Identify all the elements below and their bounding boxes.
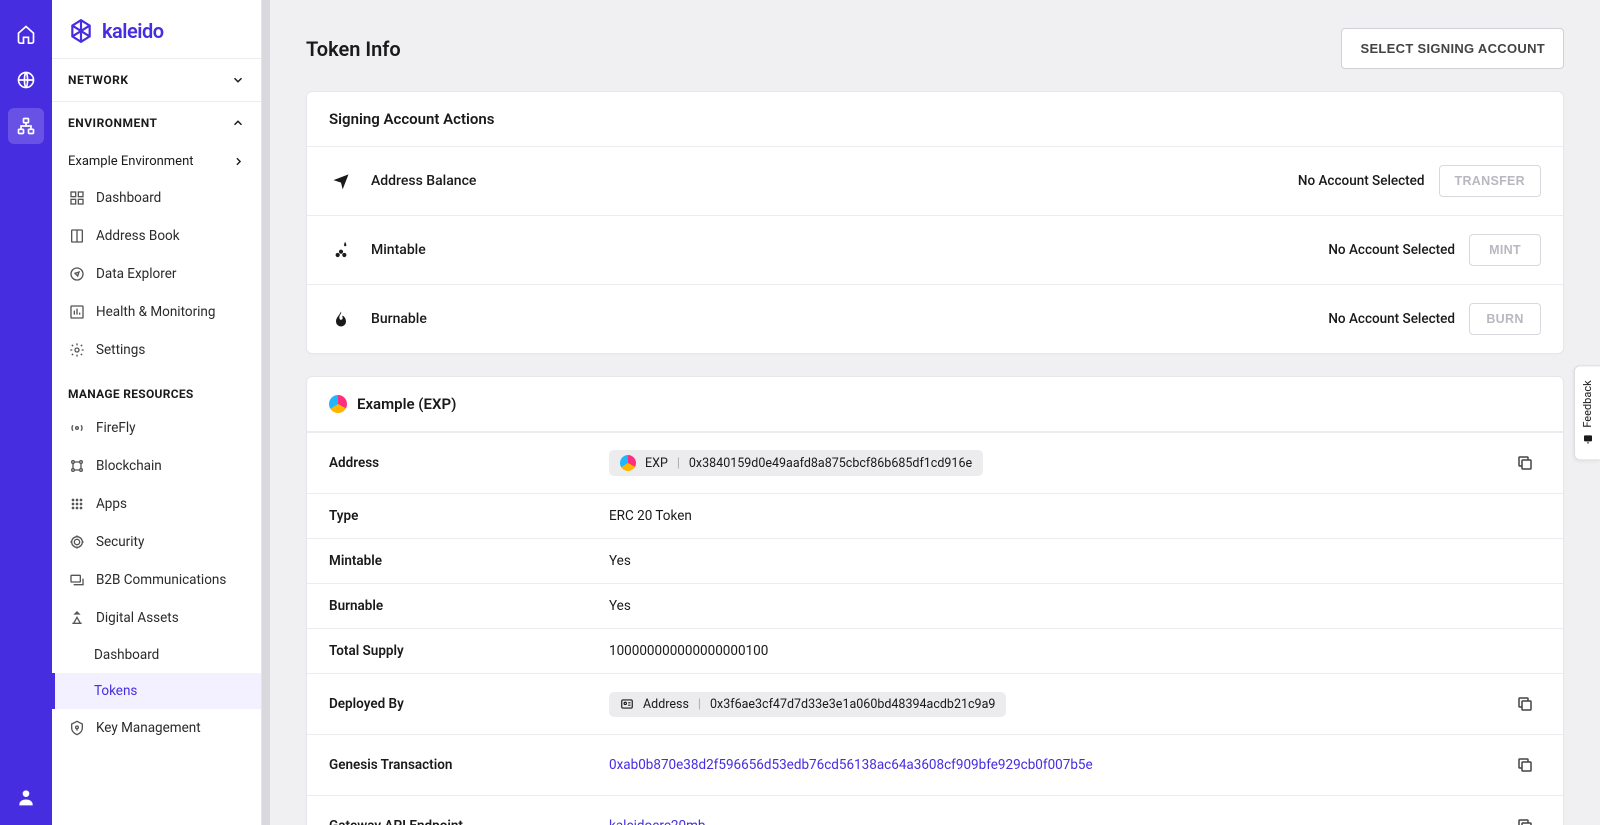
copy-icon[interactable] — [1509, 749, 1541, 781]
mint-button[interactable]: MINT — [1469, 234, 1541, 266]
signing-actions-header: Signing Account Actions — [307, 92, 1563, 147]
blockchain-icon — [68, 457, 86, 475]
sidebar-item-data-explorer[interactable]: Data Explorer — [52, 255, 261, 293]
copy-icon[interactable] — [1509, 688, 1541, 720]
send-icon — [329, 169, 353, 193]
chevron-down-icon — [231, 73, 245, 87]
mint-icon — [329, 238, 353, 262]
sidebar-item-apps[interactable]: Apps — [52, 485, 261, 523]
chevron-up-icon — [231, 116, 245, 130]
transfer-button[interactable]: TRANSFER — [1439, 165, 1541, 197]
chevron-right-icon — [232, 155, 245, 168]
sidebar-item-settings[interactable]: Settings — [52, 331, 261, 369]
messages-icon — [68, 571, 86, 589]
compass-icon — [68, 265, 86, 283]
apps-icon — [68, 495, 86, 513]
sidebar-item-address-book[interactable]: Address Book — [52, 217, 261, 255]
sidebar: kaleido NETWORK ENVIRONMENT Example Envi… — [52, 0, 262, 825]
action-row-balance: Address Balance No Account Selected TRAN… — [307, 147, 1563, 215]
info-row-mintable: Mintable Yes — [307, 538, 1563, 583]
firefly-icon — [68, 419, 86, 437]
key-icon — [68, 719, 86, 737]
sidebar-item-blockchain[interactable]: Blockchain — [52, 447, 261, 485]
gateway-link[interactable]: kaleidoerc20mb — [609, 818, 706, 825]
gear-icon — [68, 341, 86, 359]
burn-button[interactable]: BURN — [1469, 303, 1541, 335]
user-icon[interactable] — [8, 779, 44, 815]
copy-icon[interactable] — [1509, 447, 1541, 479]
main-area: Token Info SELECT SIGNING ACCOUNT Signin… — [262, 0, 1600, 825]
scrollbar[interactable] — [262, 0, 270, 825]
info-row-gateway: Gateway API Endpoint kaleidoerc20mb — [307, 795, 1563, 825]
sidebar-item-da-dashboard[interactable]: Dashboard — [52, 637, 261, 673]
sidebar-item-key-management[interactable]: Key Management — [52, 709, 261, 747]
info-row-genesis: Genesis Transaction 0xab0b870e38d2f59665… — [307, 734, 1563, 795]
sidebar-item-digital-assets[interactable]: Digital Assets — [52, 599, 261, 637]
fire-icon — [329, 307, 353, 331]
book-icon — [68, 227, 86, 245]
action-row-mintable: Mintable No Account Selected MINT — [307, 215, 1563, 284]
info-row-supply: Total Supply 100000000000000000100 — [307, 628, 1563, 673]
info-row-deployed-by: Deployed By Address | 0x3f6ae3cf47d7d33e… — [307, 673, 1563, 734]
sidebar-item-health[interactable]: Health & Monitoring — [52, 293, 261, 331]
sidebar-item-security[interactable]: Security — [52, 523, 261, 561]
token-badge-icon — [329, 395, 347, 413]
network-tree-icon[interactable] — [8, 108, 44, 144]
feedback-icon — [1582, 433, 1594, 445]
token-badge-icon — [620, 455, 636, 471]
sidebar-item-tokens[interactable]: Tokens — [52, 673, 261, 709]
assets-icon — [68, 609, 86, 627]
sidebar-item-dashboard[interactable]: Dashboard — [52, 179, 261, 217]
dashboard-icon — [68, 189, 86, 207]
shield-icon — [68, 533, 86, 551]
environment-selector[interactable]: Example Environment — [52, 144, 261, 179]
genesis-link[interactable]: 0xab0b870e38d2f596656d53edb76cd56138ac64… — [609, 757, 1093, 773]
address-pill: EXP | 0x3840159d0e49aafd8a875cbcf86b685d… — [609, 450, 983, 476]
info-row-burnable: Burnable Yes — [307, 583, 1563, 628]
id-card-icon — [620, 697, 634, 711]
sidebar-item-b2b[interactable]: B2B Communications — [52, 561, 261, 599]
select-signing-account-button[interactable]: SELECT SIGNING ACCOUNT — [1341, 28, 1564, 69]
token-info-card: Example (EXP) Address EXP | 0x3840159d0e… — [306, 376, 1564, 825]
signing-actions-card: Signing Account Actions Address Balance … — [306, 91, 1564, 354]
sidebar-item-firefly[interactable]: FireFly — [52, 409, 261, 447]
manage-resources-label: MANAGE RESOURCES — [52, 369, 261, 409]
chart-icon — [68, 303, 86, 321]
brand-text: kaleido — [102, 19, 164, 43]
globe-icon[interactable] — [8, 62, 44, 98]
environment-section-header[interactable]: ENVIRONMENT — [52, 101, 261, 144]
page-title: Token Info — [306, 37, 401, 61]
icon-rail — [0, 0, 52, 825]
home-icon[interactable] — [8, 16, 44, 52]
brand-logo[interactable]: kaleido — [52, 0, 261, 58]
token-info-header: Example (EXP) — [307, 377, 1563, 432]
info-row-type: Type ERC 20 Token — [307, 493, 1563, 538]
action-row-burnable: Burnable No Account Selected BURN — [307, 284, 1563, 353]
info-row-address: Address EXP | 0x3840159d0e49aafd8a875cbc… — [307, 432, 1563, 493]
network-section-header[interactable]: NETWORK — [52, 58, 261, 101]
deployed-pill: Address | 0x3f6ae3cf47d7d33e3e1a060bd483… — [609, 692, 1006, 717]
copy-icon[interactable] — [1509, 810, 1541, 825]
feedback-tab[interactable]: Feedback — [1574, 365, 1600, 460]
